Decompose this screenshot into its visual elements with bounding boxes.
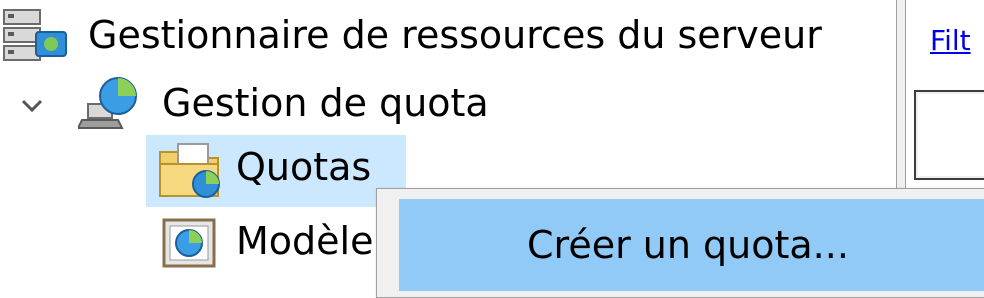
list-column-header[interactable] xyxy=(918,94,984,176)
chevron-down-icon[interactable] xyxy=(20,98,44,114)
tree-item-label: Modèle xyxy=(236,219,374,263)
tree-item-label: Quotas xyxy=(236,145,372,189)
menu-item-create-quota[interactable]: Créer un quota... xyxy=(399,199,984,291)
tree-item-label: Gestionnaire de ressources du serveur xyxy=(88,13,822,57)
quota-management-icon xyxy=(78,77,137,129)
tree-item-label: Gestion de quota xyxy=(162,81,489,125)
menu-item-label: Créer un quota... xyxy=(527,223,849,267)
quota-template-icon xyxy=(162,218,216,268)
filter-link[interactable]: Filt xyxy=(930,24,984,57)
server-manager-icon xyxy=(3,9,67,61)
results-list[interactable] xyxy=(914,90,984,180)
quota-folder-icon xyxy=(159,143,220,198)
